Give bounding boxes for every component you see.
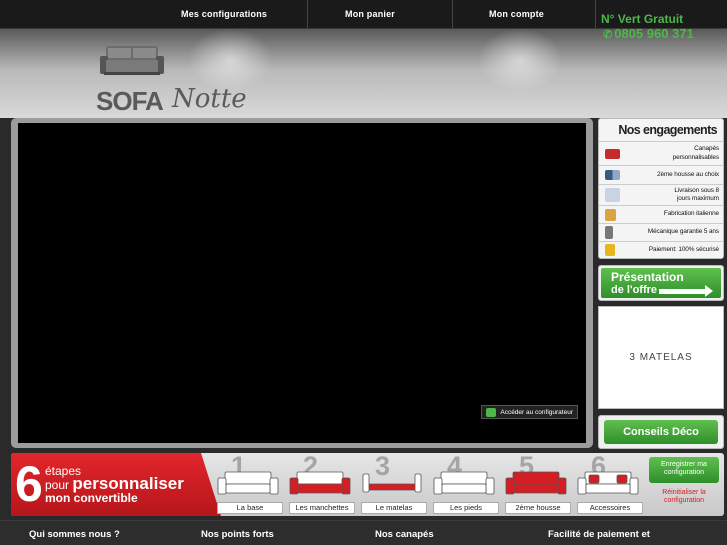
arrow-right-icon <box>659 289 707 294</box>
phone-icon: ✆ <box>603 29 613 41</box>
step-label: 2ème housse <box>505 502 571 514</box>
calendar-icon <box>605 188 620 202</box>
configuration-steps: 6 étapes pour personnaliser mon converti… <box>11 453 724 516</box>
step-label: Les manchettes <box>289 502 355 514</box>
footer-sofas[interactable]: Nos canapés <box>375 529 434 540</box>
step-5[interactable]: 5 2ème housse <box>505 453 575 516</box>
engagement-item: Mécanique garantie 5 ans <box>599 223 723 241</box>
steps-intro-text: étapes pour personnaliser mon convertibl… <box>45 465 184 505</box>
engagements-title: Nos engagements <box>618 123 717 137</box>
video-frame: Accéder au configurateur <box>11 118 593 448</box>
engagement-item: Fabrication italienne <box>599 205 723 223</box>
presentation-line2: de l'offre <box>611 284 658 296</box>
configurator-button-label: Accéder au configurateur <box>500 408 573 416</box>
step-label: Les pieds <box>433 502 499 514</box>
configurator-button[interactable]: Accéder au configurateur <box>481 405 578 419</box>
engagement-label: Paiement: 100% sécurisé <box>648 245 719 253</box>
steps-count: 6 <box>15 456 43 512</box>
engagement-item: Livraison sous 8 jours maximum <box>599 184 723 205</box>
engagement-label: Livraison sous 8 jours maximum <box>674 186 719 203</box>
logo-text-notte: Notte <box>172 84 247 114</box>
sofa-step-icon <box>433 471 495 495</box>
engagement-label: 2ème housse au choix <box>657 170 719 178</box>
matelas-banner[interactable]: 3 MATELAS <box>598 306 724 409</box>
sofa-step-icon <box>289 471 351 495</box>
arrow-head-icon <box>705 285 713 297</box>
footer-strengths[interactable]: Nos points forts <box>201 529 274 540</box>
logo-text-sofa: SOFA <box>96 86 164 116</box>
sofa-step-icon <box>577 471 639 495</box>
free-phone[interactable]: N° Vert Gratuit ✆ 0805 960 371 <box>601 12 694 41</box>
nav-my-configurations[interactable]: Mes configurations <box>181 9 267 19</box>
footer-about[interactable]: Qui sommes nous ? <box>29 529 120 540</box>
red-sofa-icon <box>605 148 620 159</box>
steps-line3: mon convertible <box>45 491 138 505</box>
step-label: La base <box>217 502 283 514</box>
header: Mes configurations Mon panier Mon compte… <box>0 0 727 118</box>
steps-line2-prefix: pour <box>45 478 70 492</box>
fabric-swatch-icon <box>605 170 620 180</box>
reset-configuration-link[interactable]: Réinitialiser la configuration <box>649 489 719 505</box>
steps-intro: 6 étapes pour personnaliser mon converti… <box>11 453 221 516</box>
matelas-banner-text: 3 MATELAS <box>629 352 693 363</box>
engagement-item: 2ème housse au choix <box>599 165 723 184</box>
wrench-icon <box>486 407 497 417</box>
conseils-deco-button[interactable]: Conseils Déco <box>598 415 724 449</box>
step-4[interactable]: 4 Les pieds <box>433 453 503 516</box>
save-configuration-button[interactable]: Enregistrer ma configuration <box>649 457 719 483</box>
nav-my-account[interactable]: Mon compte <box>489 9 544 19</box>
nav-my-cart[interactable]: Mon panier <box>345 9 395 19</box>
free-phone-label: N° Vert Gratuit <box>601 12 684 26</box>
free-phone-number: ✆ 0805 960 371 <box>603 26 694 41</box>
step-label: Le matelas <box>361 502 427 514</box>
steps-line2: pour personnaliser <box>45 475 184 492</box>
presentation-button[interactable]: Présentation de l'offre <box>598 265 724 301</box>
step-3[interactable]: 3 Le matelas <box>361 453 431 516</box>
engagement-label: Mécanique garantie 5 ans <box>647 228 719 236</box>
sofa-step-icon <box>362 473 422 493</box>
mechanism-icon <box>605 226 613 239</box>
engagements-panel: Nos engagements Canapés personnalisables… <box>598 118 724 259</box>
hand-icon <box>605 208 616 221</box>
logo[interactable]: SOFA Notte <box>96 44 276 116</box>
presentation-line1: Présentation <box>611 270 684 284</box>
engagement-label: Fabrication italienne <box>663 210 719 218</box>
nav-divider <box>307 0 308 28</box>
conseils-deco-label: Conseils Déco <box>604 420 718 444</box>
video-player[interactable]: Accéder au configurateur <box>18 123 586 443</box>
footer: Qui sommes nous ? Nos points forts Nos c… <box>0 520 727 545</box>
presentation-button-inner: Présentation de l'offre <box>601 268 721 298</box>
footer-payment[interactable]: Facilité de paiement et <box>548 529 650 540</box>
step-1[interactable]: 1 La base <box>217 453 287 516</box>
step-6[interactable]: 6 Accessoires <box>577 453 647 516</box>
engagement-item: Canapés personnalisables <box>599 141 723 165</box>
sofa-logo-icon <box>100 46 164 75</box>
lock-icon <box>605 244 615 256</box>
nav-divider <box>452 0 453 28</box>
step-label: Accessoires <box>577 502 643 514</box>
sofa-step-icon <box>505 471 567 495</box>
engagement-item: Paiement: 100% sécurisé <box>599 241 723 258</box>
top-nav: Mes configurations Mon panier Mon compte <box>0 0 600 28</box>
phone-number-text: 0805 960 371 <box>614 26 694 41</box>
sofa-step-icon <box>217 471 279 495</box>
nav-divider <box>595 0 596 28</box>
engagement-label: Canapés personnalisables <box>672 145 719 161</box>
step-2[interactable]: 2 Les manchettes <box>289 453 359 516</box>
